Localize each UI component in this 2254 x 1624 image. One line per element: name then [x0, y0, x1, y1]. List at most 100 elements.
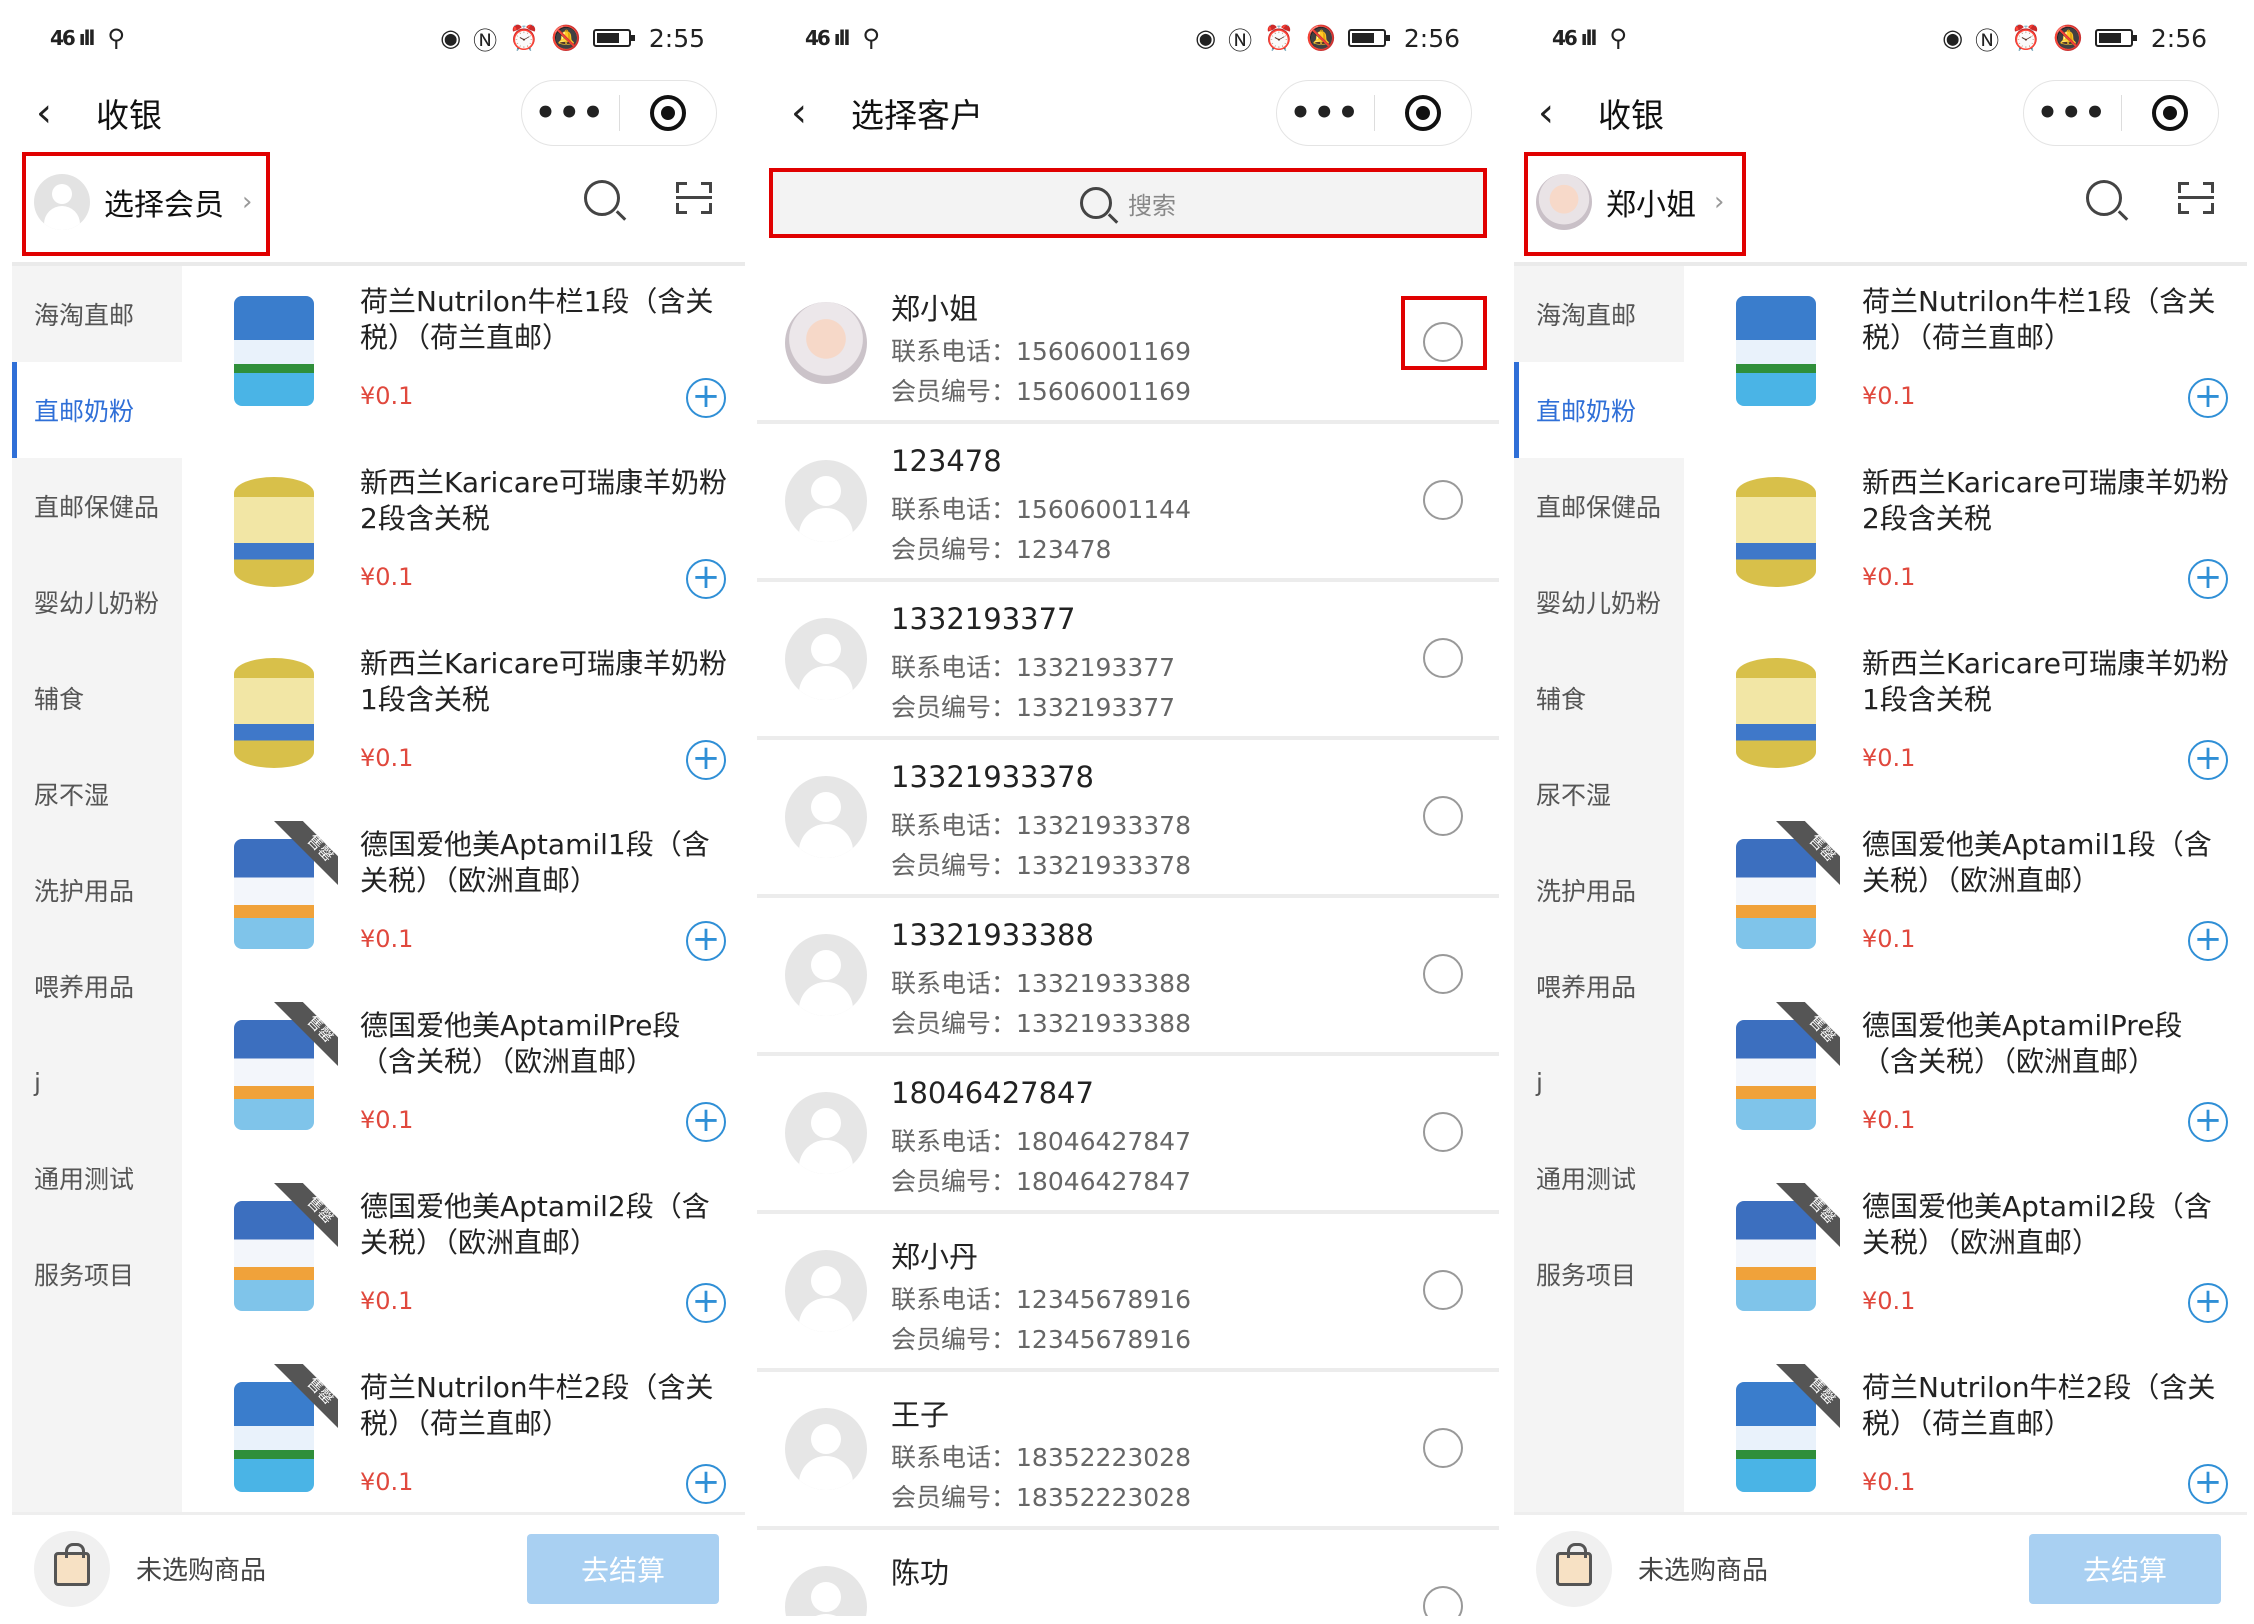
product-image[interactable] [1736, 1020, 1816, 1130]
product-image[interactable] [234, 839, 314, 949]
product-image[interactable] [234, 1382, 314, 1492]
product-item: 售罄 荷兰Nutrilon牛栏2段（含关税）（荷兰直邮） ¥0.1 + [182, 1352, 742, 1512]
category-item[interactable]: 直邮奶粉 [1514, 362, 1684, 458]
product-image[interactable] [1736, 1201, 1816, 1311]
back-icon[interactable]: ‹ [791, 93, 831, 133]
checkout-button[interactable]: 去结算 [527, 1533, 719, 1604]
close-miniprogram-button[interactable] [2122, 95, 2219, 131]
back-icon[interactable]: ‹ [36, 93, 76, 133]
product-image[interactable] [234, 1201, 314, 1311]
cart-button[interactable] [1536, 1530, 1612, 1607]
add-to-cart-icon[interactable]: + [2188, 740, 2228, 780]
customer-avatar [785, 934, 867, 1016]
battery-icon [2094, 29, 2137, 47]
add-to-cart-icon[interactable]: + [686, 740, 726, 780]
select-member-button[interactable]: 选择会员 › [34, 174, 252, 230]
select-radio[interactable] [1423, 954, 1463, 994]
customer-row[interactable]: 1332193377 联系电话：1332193377 会员编号：1332193377 [757, 582, 1499, 740]
product-image[interactable] [1736, 658, 1816, 768]
customer-phone: 联系电话：15606001144 [891, 490, 1191, 526]
category-item[interactable]: j [1514, 1034, 1684, 1130]
product-image[interactable] [1736, 839, 1816, 949]
product-price: ¥0.1 [1862, 1287, 1916, 1315]
select-radio[interactable] [1423, 1270, 1463, 1310]
add-to-cart-icon[interactable]: + [686, 1464, 726, 1504]
select-radio[interactable] [1423, 796, 1463, 836]
product-image[interactable] [1736, 477, 1816, 587]
category-item[interactable]: 服务项目 [1514, 1226, 1684, 1322]
category-item[interactable]: 喂养用品 [1514, 938, 1684, 1034]
product-image[interactable] [234, 477, 314, 587]
product-image[interactable] [1736, 1382, 1816, 1492]
product-image[interactable] [234, 1020, 314, 1130]
customer-search-input[interactable]: 搜索 [769, 168, 1487, 238]
category-item[interactable]: 海淘直邮 [1514, 266, 1684, 362]
customer-row[interactable]: 郑小姐 联系电话：15606001169 会员编号：15606001169 [757, 266, 1499, 424]
category-item[interactable]: 辅食 [1514, 650, 1684, 746]
customer-row[interactable]: 13321933378 联系电话：13321933378 会员编号：13321933… [757, 740, 1499, 898]
add-to-cart-icon[interactable]: + [686, 921, 726, 961]
category-item[interactable]: 通用测试 [12, 1130, 182, 1226]
search-icon[interactable] [584, 180, 620, 216]
add-to-cart-icon[interactable]: + [686, 559, 726, 599]
avatar-head [811, 1424, 841, 1454]
customer-row[interactable]: 郑小丹 联系电话：12345678916 会员编号：12345678916 [757, 1214, 1499, 1372]
category-item[interactable]: 通用测试 [1514, 1130, 1684, 1226]
category-item[interactable]: 服务项目 [12, 1226, 182, 1322]
search-icon[interactable] [2086, 180, 2122, 216]
product-image[interactable] [234, 658, 314, 768]
category-item[interactable]: 婴幼儿奶粉 [12, 554, 182, 650]
customer-row[interactable]: 18046427847 联系电话：18046427847 会员编号：18046427… [757, 1056, 1499, 1214]
avatar-body [799, 1614, 853, 1616]
category-item[interactable]: 尿不湿 [12, 746, 182, 842]
more-menu-button[interactable]: ••• [2024, 96, 2121, 130]
add-to-cart-icon[interactable]: + [686, 1102, 726, 1142]
select-radio[interactable] [1423, 1428, 1463, 1468]
close-miniprogram-button[interactable] [620, 95, 717, 131]
more-menu-button[interactable]: ••• [522, 96, 619, 130]
category-item[interactable]: 洗护用品 [1514, 842, 1684, 938]
select-radio[interactable] [1423, 638, 1463, 678]
member-bar: 选择会员 › [12, 150, 732, 260]
add-to-cart-icon[interactable]: + [2188, 921, 2228, 961]
category-item[interactable]: 海淘直邮 [12, 266, 182, 362]
product-image[interactable] [1736, 296, 1816, 406]
category-item[interactable]: 直邮保健品 [12, 458, 182, 554]
customer-row[interactable]: 陈功 [757, 1530, 1499, 1616]
category-item[interactable]: 洗护用品 [12, 842, 182, 938]
customer-row[interactable]: 13321933388 联系电话：13321933388 会员编号：13321933… [757, 898, 1499, 1056]
add-to-cart-icon[interactable]: + [2188, 1464, 2228, 1504]
customer-phone: 联系电话：15606001169 [891, 332, 1191, 368]
scan-icon[interactable] [676, 182, 712, 214]
category-item[interactable]: 直邮奶粉 [12, 362, 182, 458]
product-item: 新西兰Karicare可瑞康羊奶粉1段含关税 ¥0.1 + [1684, 628, 2244, 809]
add-to-cart-icon[interactable]: + [686, 378, 726, 418]
search-placeholder: 搜索 [1128, 191, 1176, 220]
add-to-cart-icon[interactable]: + [2188, 1283, 2228, 1323]
category-item[interactable]: 喂养用品 [12, 938, 182, 1034]
scan-icon[interactable] [2178, 182, 2214, 214]
customer-row[interactable]: 123478 联系电话：15606001144 会员编号：123478 [757, 424, 1499, 582]
status-bar: 46 ıll ⚲ ◉ Ⓝ ⏰ 🔕 2:56 [1502, 0, 2247, 76]
checkout-button[interactable]: 去结算 [2029, 1533, 2221, 1604]
close-miniprogram-button[interactable] [1375, 95, 1472, 131]
select-radio[interactable] [1423, 480, 1463, 520]
select-radio[interactable] [1423, 1586, 1463, 1616]
category-item[interactable]: j [12, 1034, 182, 1130]
back-icon[interactable]: ‹ [1538, 93, 1578, 133]
customer-row[interactable]: 王子 联系电话：18352223028 会员编号：18352223028 [757, 1372, 1499, 1530]
product-image[interactable] [234, 296, 314, 406]
add-to-cart-icon[interactable]: + [2188, 1102, 2228, 1142]
add-to-cart-icon[interactable]: + [2188, 378, 2228, 418]
category-item[interactable]: 直邮保健品 [1514, 458, 1684, 554]
more-menu-button[interactable]: ••• [1277, 96, 1374, 130]
category-item[interactable]: 婴幼儿奶粉 [1514, 554, 1684, 650]
add-to-cart-icon[interactable]: + [2188, 559, 2228, 599]
cart-button[interactable] [34, 1530, 110, 1607]
category-item[interactable]: 辅食 [12, 650, 182, 746]
add-to-cart-icon[interactable]: + [686, 1283, 726, 1323]
selected-member-button[interactable]: 郑小姐 › [1536, 174, 1724, 230]
category-item[interactable]: 尿不湿 [1514, 746, 1684, 842]
select-radio[interactable] [1423, 1112, 1463, 1152]
product-name: 荷兰Nutrilon牛栏1段（含关税）（荷兰直邮） [1862, 285, 2216, 354]
